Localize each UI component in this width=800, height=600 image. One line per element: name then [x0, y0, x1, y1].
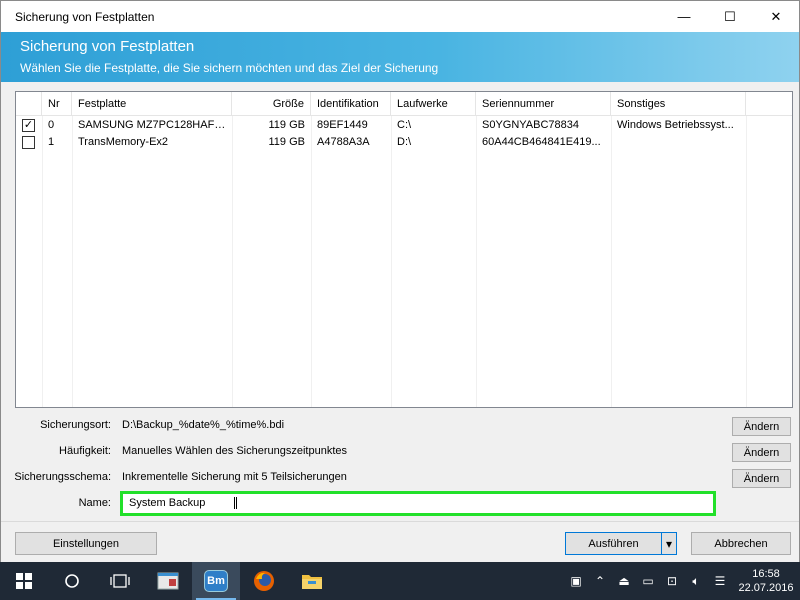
- haeufigkeit-value: Manuelles Wählen des Sicherungszeitpunkt…: [122, 445, 348, 457]
- header-groesse[interactable]: Größe: [232, 92, 311, 116]
- ausfuehren-button[interactable]: Ausführen: [565, 532, 662, 555]
- banner-title: Sicherung von Festplatten: [20, 38, 195, 55]
- sicherungsort-row: Sicherungsort: D:\Backup_%date%_%time%.b…: [1, 415, 800, 437]
- haeufigkeit-row: Häufigkeit: Manuelles Wählen des Sicheru…: [1, 441, 800, 463]
- column-divider: [72, 116, 73, 407]
- row-checkbox[interactable]: [22, 136, 35, 149]
- clock[interactable]: 16:58 22.07.2016: [732, 567, 800, 595]
- app-window: Sicherung von Festplatten — ☐ ✕ Sicherun…: [0, 0, 800, 562]
- column-divider: [391, 116, 392, 407]
- change-haeufigkeit-button[interactable]: Ändern: [732, 443, 791, 462]
- header-banner: Sicherung von Festplatten Wählen Sie die…: [1, 32, 799, 82]
- window-controls: — ☐ ✕: [661, 1, 799, 32]
- usb-device-icon[interactable]: ⏏: [612, 574, 636, 588]
- window-title: Sicherung von Festplatten: [15, 9, 155, 24]
- change-schema-button[interactable]: Ändern: [732, 469, 791, 488]
- haeufigkeit-label: Häufigkeit:: [59, 445, 111, 457]
- bm-app-label: Bm: [204, 570, 228, 592]
- cell-groesse: 119 GB: [268, 119, 306, 131]
- cell-identifikation: 89EF1449: [317, 119, 368, 131]
- sicherungsort-label: Sicherungsort:: [40, 419, 111, 431]
- header-identifikation[interactable]: Identifikation: [311, 92, 391, 116]
- close-button[interactable]: ✕: [753, 1, 799, 32]
- clock-time: 16:58: [752, 568, 780, 580]
- column-divider: [476, 116, 477, 407]
- task-view-icon[interactable]: [96, 562, 144, 600]
- bottom-button-bar: Einstellungen Ausführen ▾ Abbrechen: [1, 521, 799, 562]
- clock-date: 22.07.2016: [738, 582, 794, 594]
- header-festplatte[interactable]: Festplatte: [72, 92, 232, 116]
- name-input[interactable]: System Backup: [120, 491, 716, 516]
- column-divider: [42, 116, 43, 407]
- show-hidden-icons-chevron-up-icon[interactable]: ⌃: [588, 574, 612, 588]
- schema-value: Inkrementelle Sicherung mit 5 Teilsicher…: [122, 471, 347, 483]
- notification-center-icon[interactable]: ☰: [708, 574, 732, 588]
- taskbar: Bm ▣ ⌃ ⏏ ▭ ⊡ 🔈︎ ☰ 16:58 22.07.2016: [0, 562, 800, 600]
- column-divider: [311, 116, 312, 407]
- banner-subtitle: Wählen Sie die Festplatte, die Sie siche…: [20, 61, 439, 75]
- name-label: Name:: [78, 497, 111, 509]
- cell-sonstiges: Windows Betriebssyst...: [617, 119, 734, 131]
- file-explorer-icon[interactable]: [288, 562, 336, 600]
- column-divider: [746, 116, 747, 407]
- cell-nr: 0: [48, 119, 55, 131]
- schema-row: Sicherungsschema: Inkrementelle Sicherun…: [1, 467, 800, 489]
- table-row[interactable]: 1 TransMemory-Ex2 119 GB A4788A3A D:\ 60…: [16, 134, 792, 151]
- ausfuehren-dropdown-button[interactable]: ▾: [661, 532, 677, 555]
- windows-start-icon[interactable]: [0, 562, 48, 600]
- row-checkbox[interactable]: ✓: [22, 119, 35, 132]
- cell-seriennummer: 60A44CB464841E419...: [482, 136, 601, 148]
- cell-identifikation: A4788A3A: [317, 136, 370, 148]
- display-icon[interactable]: ▭: [636, 574, 660, 588]
- cell-laufwerke: C:\: [397, 119, 412, 131]
- cell-sonstiges: [611, 134, 746, 151]
- search-circle-icon[interactable]: [48, 562, 96, 600]
- text-cursor-icon: [234, 497, 237, 509]
- cell-laufwerke: D:\: [397, 136, 412, 148]
- change-sicherungsort-button[interactable]: Ändern: [732, 417, 791, 436]
- column-divider: [232, 116, 233, 407]
- cell-festplatte: TransMemory-Ex2: [78, 136, 169, 148]
- einstellungen-button[interactable]: Einstellungen: [15, 532, 157, 555]
- app-window-taskbar-icon[interactable]: [144, 562, 192, 600]
- bm-app-taskbar-icon[interactable]: Bm: [192, 562, 240, 600]
- network-icon[interactable]: ⊡: [660, 574, 684, 588]
- column-divider: [611, 116, 612, 407]
- disk-list[interactable]: Nr Festplatte Größe Identifikation Laufw…: [15, 91, 793, 408]
- header-check[interactable]: [16, 92, 42, 116]
- header-sonstiges[interactable]: Sonstiges: [611, 92, 746, 116]
- minimize-button[interactable]: —: [661, 1, 707, 32]
- sicherungsort-value: D:\Backup_%date%_%time%.bdi: [122, 419, 285, 431]
- title-bar[interactable]: Sicherung von Festplatten — ☐ ✕: [1, 1, 799, 32]
- disk-list-header: Nr Festplatte Größe Identifikation Laufw…: [16, 92, 792, 116]
- header-laufwerke[interactable]: Laufwerke: [391, 92, 476, 116]
- bm-tray-icon[interactable]: ▣: [564, 574, 588, 588]
- volume-icon[interactable]: 🔈︎: [684, 574, 708, 589]
- header-nr[interactable]: Nr: [42, 92, 72, 116]
- schema-label: Sicherungsschema:: [14, 471, 111, 483]
- firefox-icon[interactable]: [240, 562, 288, 600]
- cell-festplatte: SAMSUNG MZ7PC128HAFU-...: [78, 119, 232, 131]
- cell-nr: 1: [48, 136, 55, 148]
- header-seriennummer[interactable]: Seriennummer: [476, 92, 611, 116]
- cell-seriennummer: S0YGNYABC78834: [482, 119, 580, 131]
- table-row[interactable]: ✓ 0 SAMSUNG MZ7PC128HAFU-... 119 GB 89EF…: [16, 117, 792, 134]
- system-tray: ▣ ⌃ ⏏ ▭ ⊡ 🔈︎ ☰ 16:58 22.07.2016: [564, 562, 800, 600]
- cell-groesse: 119 GB: [268, 136, 306, 148]
- maximize-button[interactable]: ☐: [707, 1, 753, 32]
- abbrechen-button[interactable]: Abbrechen: [691, 532, 791, 555]
